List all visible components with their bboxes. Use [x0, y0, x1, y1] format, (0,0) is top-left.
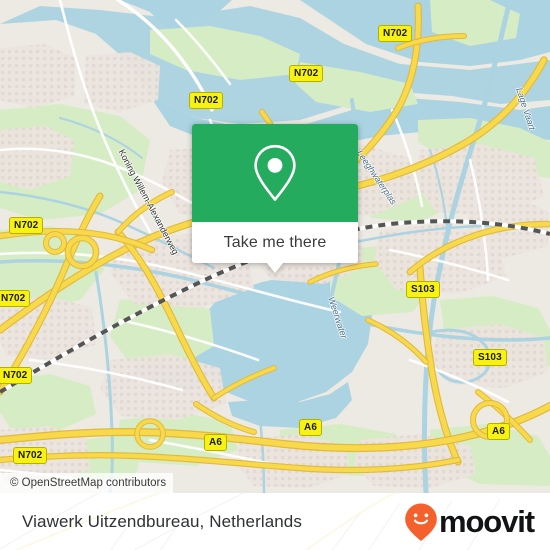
map-attribution[interactable]: © OpenStreetMap contributors	[0, 473, 174, 493]
footer-bar: Viawerk Uitzendbureau, Netherlands moovi…	[0, 493, 550, 550]
callout-body: Take me there	[192, 124, 358, 263]
callout-action-panel[interactable]: Take me there	[192, 222, 358, 263]
callout-icon-panel	[192, 124, 358, 222]
moovit-smiley-pin-icon	[405, 503, 437, 541]
road-shield: N702	[0, 367, 33, 384]
moovit-wordmark: moovit	[438, 504, 535, 539]
moovit-brand[interactable]: moovit	[404, 502, 535, 542]
road-shield: A6	[299, 419, 322, 436]
map-pin-icon	[254, 144, 296, 201]
road-shield: N702	[189, 92, 224, 109]
road-shield: A6	[204, 434, 227, 451]
take-me-there-callout[interactable]: Take me there	[192, 124, 358, 273]
moovit-map-share-card: N702 N702 N702 N702 N702 N702 N702 S103 …	[0, 0, 550, 550]
road-shield: N702	[13, 447, 48, 464]
road-shield: N702	[378, 25, 413, 42]
road-shield: A6	[487, 423, 510, 440]
take-me-there-label: Take me there	[223, 233, 327, 251]
road-shield: N702	[9, 217, 44, 234]
road-shield: N702	[0, 290, 31, 307]
place-title: Viawerk Uitzendbureau, Netherlands	[22, 511, 302, 531]
road-shield: S103	[473, 349, 507, 366]
road-shield: N702	[289, 65, 324, 82]
road-shield: S103	[406, 281, 440, 298]
callout-tail	[266, 262, 284, 273]
